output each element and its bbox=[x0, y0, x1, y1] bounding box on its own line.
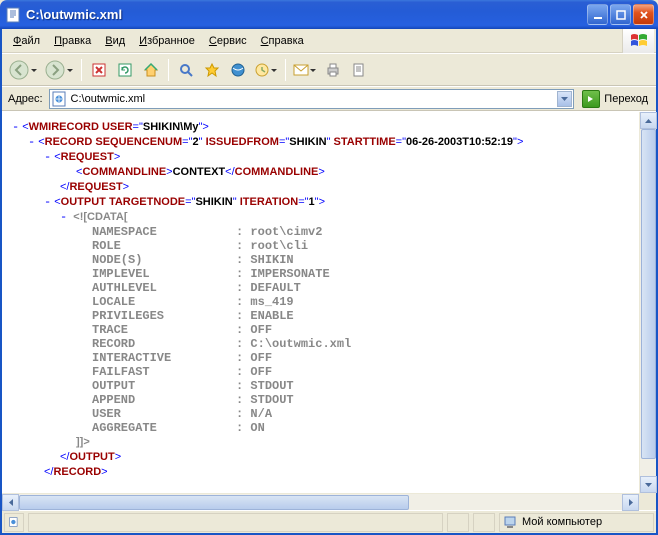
media-button[interactable] bbox=[226, 58, 250, 82]
scroll-up-button[interactable] bbox=[640, 112, 657, 129]
vertical-scrollbar[interactable] bbox=[639, 112, 656, 493]
cdata-content: NAMESPACE : root\cimv2 ROLE : root\cli N… bbox=[12, 225, 639, 435]
status-spacer bbox=[28, 513, 443, 532]
status-panel bbox=[473, 513, 495, 532]
status-progress-icon bbox=[4, 513, 24, 532]
scroll-right-button[interactable] bbox=[622, 494, 639, 511]
toolbar-separator bbox=[168, 59, 169, 81]
window-title: C:\outwmic.xml bbox=[26, 7, 587, 22]
status-panel bbox=[447, 513, 469, 532]
status-zone: Мой компьютер bbox=[499, 513, 654, 532]
computer-icon bbox=[504, 515, 518, 529]
address-dropdown[interactable] bbox=[557, 91, 572, 107]
scroll-thumb[interactable] bbox=[641, 129, 656, 459]
menu-favorites[interactable]: Избранное bbox=[132, 32, 202, 50]
address-input[interactable]: C:\outwmic.xml bbox=[71, 93, 558, 105]
menu-tools[interactable]: Сервис bbox=[202, 32, 254, 50]
minimize-button[interactable] bbox=[587, 4, 608, 25]
back-button[interactable] bbox=[6, 58, 40, 82]
edit-button[interactable] bbox=[347, 58, 371, 82]
ie-page-icon bbox=[9, 515, 19, 529]
address-bar: Адрес: C:\outwmic.xml Переход bbox=[2, 86, 656, 111]
maximize-button[interactable] bbox=[610, 4, 631, 25]
menu-file[interactable]: Файл bbox=[6, 32, 47, 50]
history-button[interactable] bbox=[252, 58, 280, 82]
go-button[interactable]: Переход bbox=[578, 89, 652, 109]
horizontal-scrollbar[interactable] bbox=[2, 493, 639, 510]
go-label: Переход bbox=[604, 93, 648, 105]
toolbar bbox=[2, 53, 656, 86]
menubar: Файл Правка Вид Избранное Сервис Справка bbox=[2, 29, 656, 53]
forward-button[interactable] bbox=[42, 58, 76, 82]
refresh-button[interactable] bbox=[113, 58, 137, 82]
go-arrow-icon bbox=[582, 90, 600, 108]
home-button[interactable] bbox=[139, 58, 163, 82]
address-label: Адрес: bbox=[6, 93, 45, 105]
ie-page-icon bbox=[6, 7, 22, 23]
mail-button[interactable] bbox=[291, 58, 319, 82]
windows-flag-icon bbox=[622, 29, 654, 53]
ie-page-icon bbox=[52, 91, 68, 107]
scroll-left-button[interactable] bbox=[2, 494, 19, 511]
menu-help[interactable]: Справка bbox=[254, 32, 311, 50]
toolbar-separator bbox=[285, 59, 286, 81]
xml-document: -<WMIRECORD USER="SHIKIN\My"> -<RECORD S… bbox=[2, 112, 639, 493]
scroll-corner bbox=[639, 493, 656, 510]
menu-view[interactable]: Вид bbox=[98, 32, 132, 50]
scroll-down-button[interactable] bbox=[640, 476, 657, 493]
search-button[interactable] bbox=[174, 58, 198, 82]
content-area: -<WMIRECORD USER="SHIKIN\My"> -<RECORD S… bbox=[2, 111, 656, 510]
toolbar-separator bbox=[81, 59, 82, 81]
print-button[interactable] bbox=[321, 58, 345, 82]
close-button[interactable] bbox=[633, 4, 654, 25]
stop-button[interactable] bbox=[87, 58, 111, 82]
address-combo[interactable]: C:\outwmic.xml bbox=[49, 89, 575, 109]
favorites-button[interactable] bbox=[200, 58, 224, 82]
statusbar: Мой компьютер bbox=[2, 510, 656, 533]
menu-edit[interactable]: Правка bbox=[47, 32, 98, 50]
titlebar: C:\outwmic.xml bbox=[0, 0, 658, 29]
scroll-thumb[interactable] bbox=[19, 495, 409, 510]
